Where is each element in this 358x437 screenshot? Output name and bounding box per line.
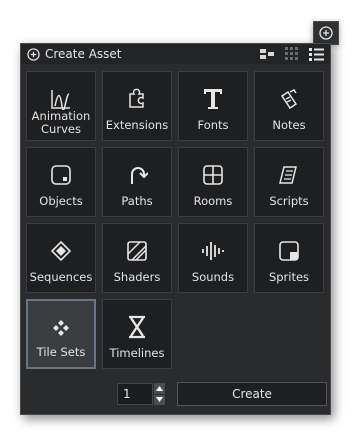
- asset-tile-tile-sets[interactable]: Tile Sets: [26, 299, 96, 369]
- tileset-icon: [53, 320, 69, 336]
- script-icon: [279, 166, 297, 184]
- asset-label: Sprites: [268, 270, 310, 284]
- create-button[interactable]: Create: [177, 382, 327, 406]
- folder-tree-icon[interactable]: [259, 48, 275, 60]
- window-title: Create Asset: [45, 47, 122, 61]
- asset-label: Rooms: [193, 194, 233, 208]
- asset-tile-objects[interactable]: Objects: [26, 147, 96, 217]
- puzzle-icon: [129, 88, 144, 108]
- asset-label: Sounds: [191, 270, 235, 284]
- asset-label: Animation Curves: [31, 109, 91, 136]
- asset-tile-extensions[interactable]: Extensions: [102, 71, 172, 141]
- asset-tile-rooms[interactable]: Rooms: [178, 147, 248, 217]
- shader-icon: [127, 241, 147, 261]
- create-asset-window: Create Asset Animation Curves Extensions…: [20, 43, 331, 415]
- animation-curve-icon: [51, 90, 70, 110]
- asset-label: Paths: [121, 194, 153, 208]
- sprite-icon: [279, 241, 299, 261]
- list-view-icon[interactable]: [309, 47, 324, 61]
- note-icon: [280, 89, 298, 110]
- asset-tile-timelines[interactable]: Timelines: [102, 299, 172, 369]
- timeline-icon: [129, 315, 145, 339]
- asset-label: Scripts: [269, 194, 309, 208]
- asset-label: Sequences: [29, 270, 93, 284]
- sound-icon: [202, 242, 224, 260]
- decrement-button[interactable]: [154, 394, 165, 405]
- asset-tile-shaders[interactable]: Shaders: [102, 223, 172, 293]
- corner-create-button[interactable]: [313, 21, 339, 45]
- increment-button[interactable]: [154, 383, 165, 394]
- asset-tile-scripts[interactable]: Scripts: [254, 147, 324, 217]
- chevron-down-icon: [156, 397, 163, 403]
- asset-tile-sounds[interactable]: Sounds: [178, 223, 248, 293]
- asset-tile-sprites[interactable]: Sprites: [254, 223, 324, 293]
- path-icon: [131, 167, 148, 184]
- window-header: Create Asset: [21, 44, 330, 64]
- asset-label: Extensions: [105, 118, 169, 132]
- asset-label: Tile Sets: [36, 345, 86, 359]
- chevron-up-icon: [156, 385, 163, 391]
- object-icon: [51, 165, 71, 185]
- asset-tile-notes[interactable]: Notes: [254, 71, 324, 141]
- asset-tile-fonts[interactable]: Fonts: [178, 71, 248, 141]
- sequence-icon: [50, 240, 72, 262]
- asset-tile-animation-curves[interactable]: Animation Curves: [26, 71, 96, 141]
- plus-circle-icon: [27, 47, 40, 61]
- grid-view-icon[interactable]: [285, 47, 299, 61]
- quantity-stepper[interactable]: [154, 383, 165, 405]
- asset-label: Fonts: [197, 118, 229, 132]
- asset-label: Objects: [39, 194, 83, 208]
- asset-tile-sequences[interactable]: Sequences: [26, 223, 96, 293]
- room-icon: [203, 165, 223, 185]
- asset-label: Notes: [272, 118, 306, 132]
- asset-grid: Animation Curves Extensions Fonts Notes …: [26, 71, 324, 369]
- footer: 1 Create: [26, 381, 327, 407]
- quantity-input[interactable]: 1: [117, 383, 153, 405]
- asset-label: Timelines: [109, 346, 165, 360]
- plus-circle-icon: [319, 26, 333, 40]
- asset-tile-paths[interactable]: Paths: [102, 147, 172, 217]
- font-icon: [204, 89, 222, 109]
- asset-label: Shaders: [113, 270, 161, 284]
